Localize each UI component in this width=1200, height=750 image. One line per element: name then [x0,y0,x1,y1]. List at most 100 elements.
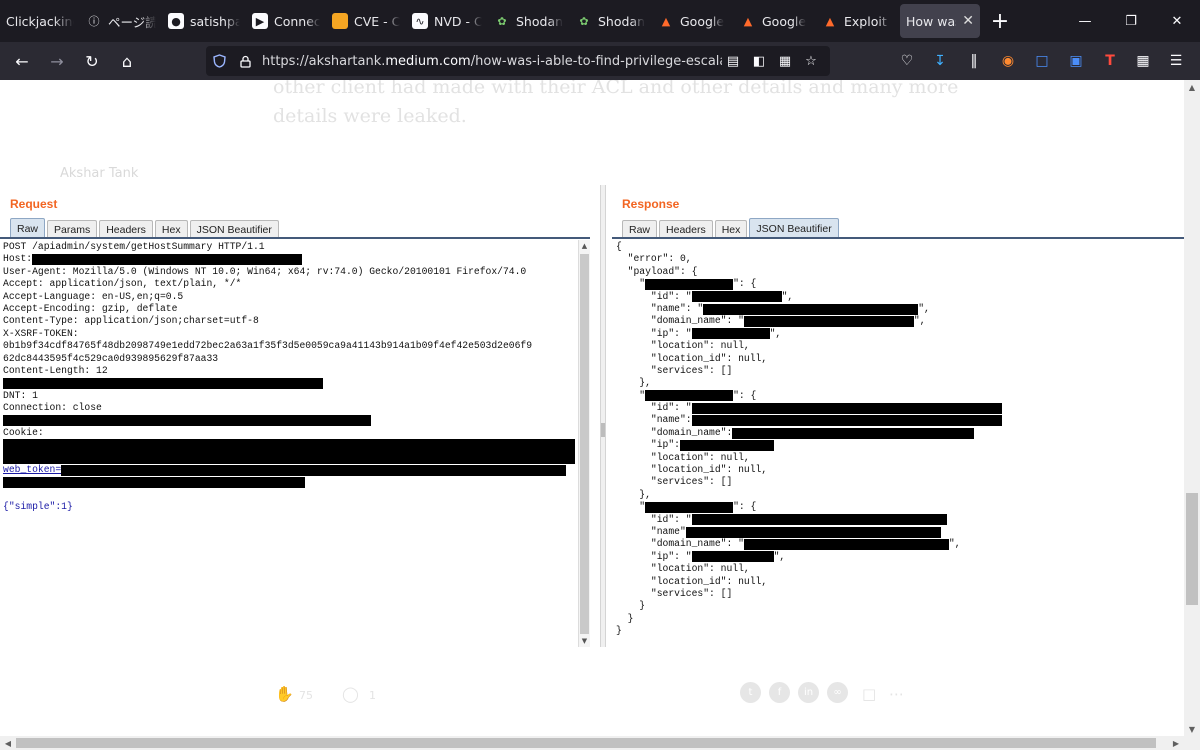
bookmark-star-icon[interactable]: ☆ [798,46,824,76]
pocket-icon[interactable]: ♡ [893,46,921,76]
response-line-text: " [616,389,646,401]
downloads-icon[interactable]: ↧ [926,46,954,76]
response-tab[interactable]: JSON Beautifier [749,218,839,239]
page-vertical-scrollbar[interactable]: ▲ ▼ [1184,80,1200,736]
url-host: medium.com [385,53,471,69]
scroll-up-arrow-icon[interactable]: ▲ [1184,80,1200,94]
divider-grip[interactable] [601,423,605,437]
response-line: "location": null, [616,563,1176,575]
scroll-down-arrow-icon[interactable]: ▼ [1184,722,1200,736]
request-line-text: X-XSRF-TOKEN: [3,327,79,339]
response-line-tail: ", [918,302,930,314]
request-line: POST /apiadmin/system/getHostSummary HTT… [3,241,575,253]
response-line: "domain_name": " ", [616,538,1176,551]
facebook-share-icon[interactable]: f [769,682,790,703]
menu-hamburger-icon[interactable]: ☰ [1162,46,1190,76]
scroll-thumb[interactable] [580,254,589,634]
browser-tab[interactable]: ● satishpa [162,0,246,42]
redaction-bar [61,464,567,476]
request-line-text: Content-Length: 12 [3,364,108,376]
minimize-icon[interactable]: — [1062,0,1108,42]
page-horizontal-scrollbar[interactable]: ◀ ▶ [0,736,1200,750]
browser-tab[interactable]: ▶ Connect [246,0,326,42]
response-line: "location_id": null, [616,576,1176,588]
library-icon[interactable]: ‖ [960,46,988,76]
response-line-text: "ip": [616,439,680,451]
home-icon[interactable]: ⌂ [111,46,143,76]
request-tab[interactable]: Raw [10,218,46,239]
translate-alt-extension-icon[interactable]: ▣ [1062,46,1090,76]
scroll-left-arrow-icon[interactable]: ◀ [0,736,16,750]
response-json-text: { "error": 0, "payload": { " ": { "id": "… [616,241,1176,638]
response-line-text: "ip": " [616,550,692,562]
request-panel-title: Request [10,197,58,211]
lock-icon[interactable] [232,55,258,68]
scroll-right-arrow-icon[interactable]: ▶ [1168,736,1184,750]
translate-extension-icon[interactable]: □ [1028,46,1056,76]
browser-tab[interactable]: CVE - C [326,0,406,42]
browser-tab[interactable]: Clickjacking [0,0,80,42]
response-line-text: "ip": " [616,327,692,339]
t-extension-icon[interactable]: T [1096,46,1124,76]
url-bar[interactable]: https://akshartank.medium.com/how-was-i-… [206,46,830,76]
scroll-thumb[interactable] [16,738,1156,748]
shield-icon[interactable] [206,54,232,68]
request-line: Accept-Encoding: gzip, deflate [3,303,575,315]
scroll-up-arrow-icon[interactable]: ▲ [579,240,590,252]
new-tab-button[interactable]: + [982,0,1018,42]
request-scrollbar[interactable]: ▲ ▼ [578,240,590,647]
browser-tab[interactable]: How was ✕ [900,4,980,38]
redaction-bar [645,390,734,402]
response-line-tail: ": { [733,501,757,513]
response-line-text: { [616,241,622,252]
translate-icon[interactable]: ◧ [746,46,772,76]
redaction-bar [743,316,914,328]
browser-tab[interactable]: ▲ Google [652,0,734,42]
browser-tab[interactable]: ∿ NVD - C [406,0,488,42]
nvd-icon: ∿ [412,13,428,29]
reload-icon[interactable]: ↻ [76,46,108,76]
response-line: "name": [616,414,1176,427]
more-options-icon[interactable]: ⋯ [889,685,904,703]
request-tab-row: Raw Params Headers Hex JSON Beautifier [10,218,281,239]
browser-tab-label: ページ読 [108,14,156,30]
extension-fox-icon[interactable]: ◉ [994,46,1022,76]
back-arrow-icon[interactable]: ← [6,46,38,76]
response-line: "payload": { [616,266,1176,278]
response-line: } [616,613,1176,625]
author-name[interactable]: Akshar Tank [60,166,138,181]
scroll-thumb[interactable] [1186,493,1198,605]
article-paragraph-line: other client had made with their ACL and… [273,80,959,98]
browser-tab-label: Shodan [598,13,646,29]
forward-arrow-icon[interactable]: → [41,46,73,76]
close-window-icon[interactable]: ✕ [1154,0,1200,42]
response-line-text: "domain_name": [616,426,733,438]
scroll-down-arrow-icon[interactable]: ▼ [579,635,590,647]
close-tab-icon[interactable]: ✕ [962,13,974,29]
response-tab-row: Raw Headers Hex JSON Beautifier [622,218,841,239]
url-text[interactable]: https://akshartank.medium.com/how-was-i-… [262,54,722,69]
bookmark-icon[interactable]: □ [862,685,876,703]
extensions-grid-icon[interactable]: ▦ [1129,46,1157,76]
browser-tab[interactable]: ▲ Google [734,0,816,42]
clap-icon[interactable]: ✋ [275,685,294,703]
reader-view-icon[interactable]: ▤ [720,46,746,76]
exploit-db-icon: ▲ [825,14,835,28]
browser-tab[interactable]: ⓘ ページ読 [80,0,162,42]
link-share-icon[interactable]: ∞ [827,682,848,703]
request-line-text: 62dc8443595f4c529ca0d939895629f87aa33 [3,352,219,364]
response-line-text: "id": " [616,402,692,414]
browser-tab[interactable]: ✿ Shodan [488,0,570,42]
response-line: "location": null, [616,452,1176,464]
response-line-text: " [616,501,646,513]
browser-tab[interactable]: ✿ Shodan [570,0,652,42]
panel-divider[interactable] [600,185,606,647]
qr-code-icon[interactable]: ▦ [772,46,798,76]
linkedin-share-icon[interactable]: in [798,682,819,703]
browser-tab[interactable]: ▲ Exploit D [816,0,898,42]
comment-icon[interactable]: ◯ [342,685,359,703]
twitter-share-icon[interactable]: t [740,682,761,703]
response-line-tail: ", [781,290,794,302]
restore-icon[interactable]: ❐ [1108,0,1154,42]
redaction-bar [3,377,323,389]
